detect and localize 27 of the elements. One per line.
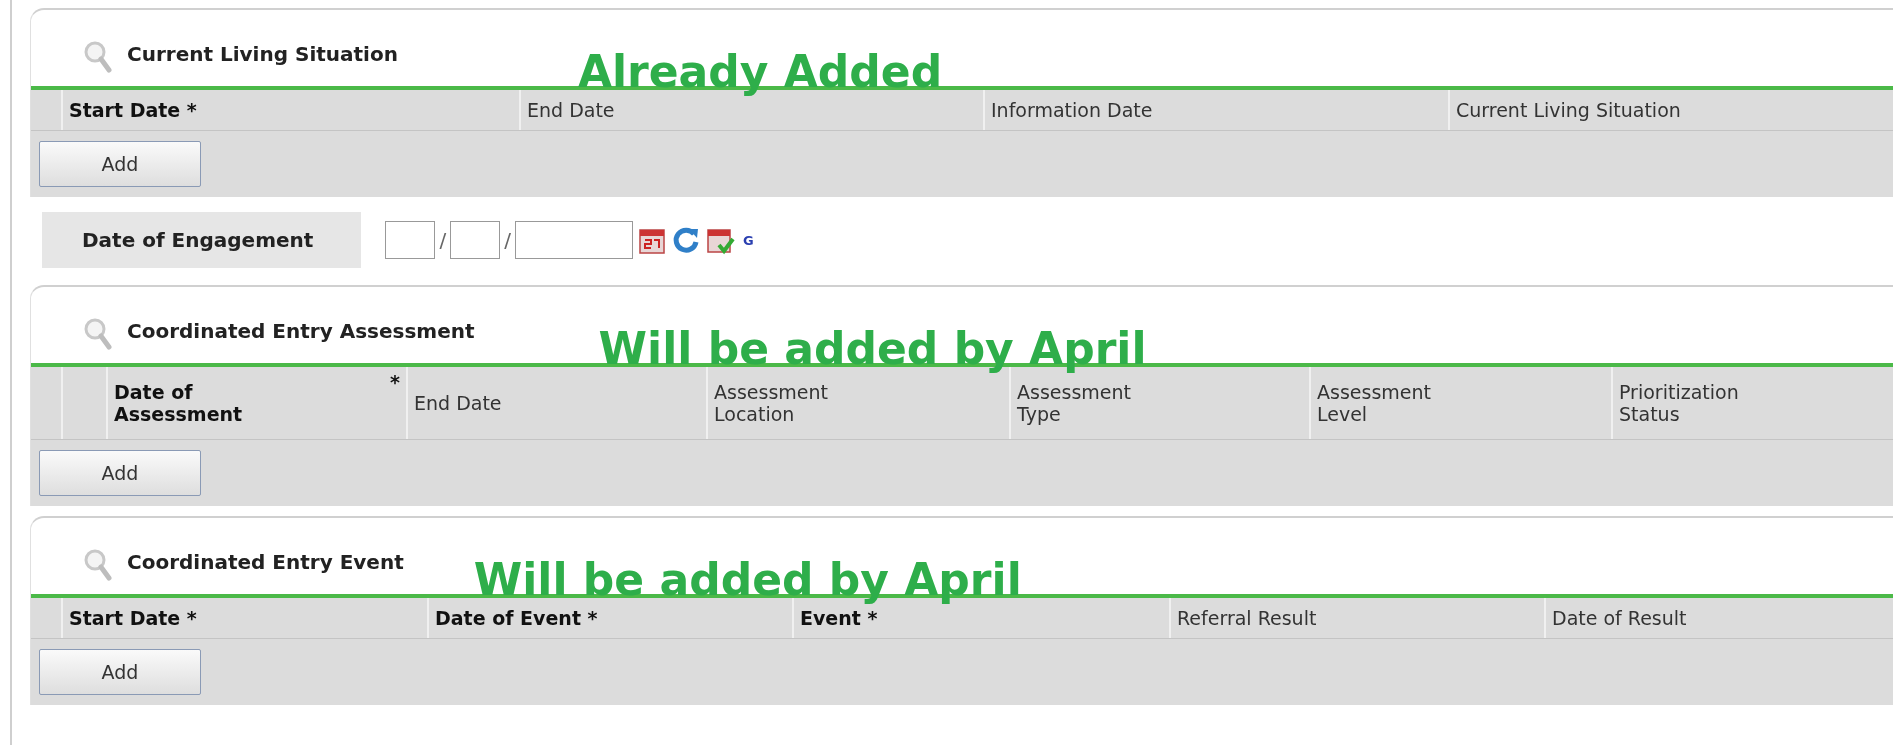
section-title: Current Living Situation <box>127 42 398 66</box>
date-separator: / <box>504 228 511 252</box>
column-header: End Date <box>406 367 706 439</box>
date-separator: / <box>439 228 447 252</box>
add-button[interactable]: Add <box>39 649 201 695</box>
field-label: Date of Engagement <box>42 212 362 268</box>
add-button[interactable]: Add <box>39 141 201 187</box>
day-field[interactable] <box>450 221 501 259</box>
year-field[interactable] <box>514 221 633 259</box>
column-header: Prioritization Status <box>1611 367 1893 439</box>
column-header: Date of Result <box>1544 598 1893 638</box>
today-link[interactable]: G <box>742 232 754 248</box>
column-header: Referral Result <box>1169 598 1544 638</box>
column-header: Date of Assessment * <box>106 367 406 439</box>
month-field[interactable] <box>385 221 436 259</box>
column-header: Start Date * <box>61 90 519 130</box>
column-header: Assessment Level <box>1309 367 1611 439</box>
search-icon[interactable] <box>83 548 113 582</box>
search-icon[interactable] <box>83 40 113 74</box>
section-title: Coordinated Entry Event <box>127 550 404 574</box>
column-header: Current Living Situation <box>1448 90 1893 130</box>
column-header: Start Date * <box>61 598 427 638</box>
add-button[interactable]: Add <box>39 450 201 496</box>
section-title: Coordinated Entry Assessment <box>127 319 475 343</box>
column-header: Information Date <box>983 90 1448 130</box>
column-header: Date of Event * <box>427 598 792 638</box>
search-icon[interactable] <box>83 317 113 351</box>
